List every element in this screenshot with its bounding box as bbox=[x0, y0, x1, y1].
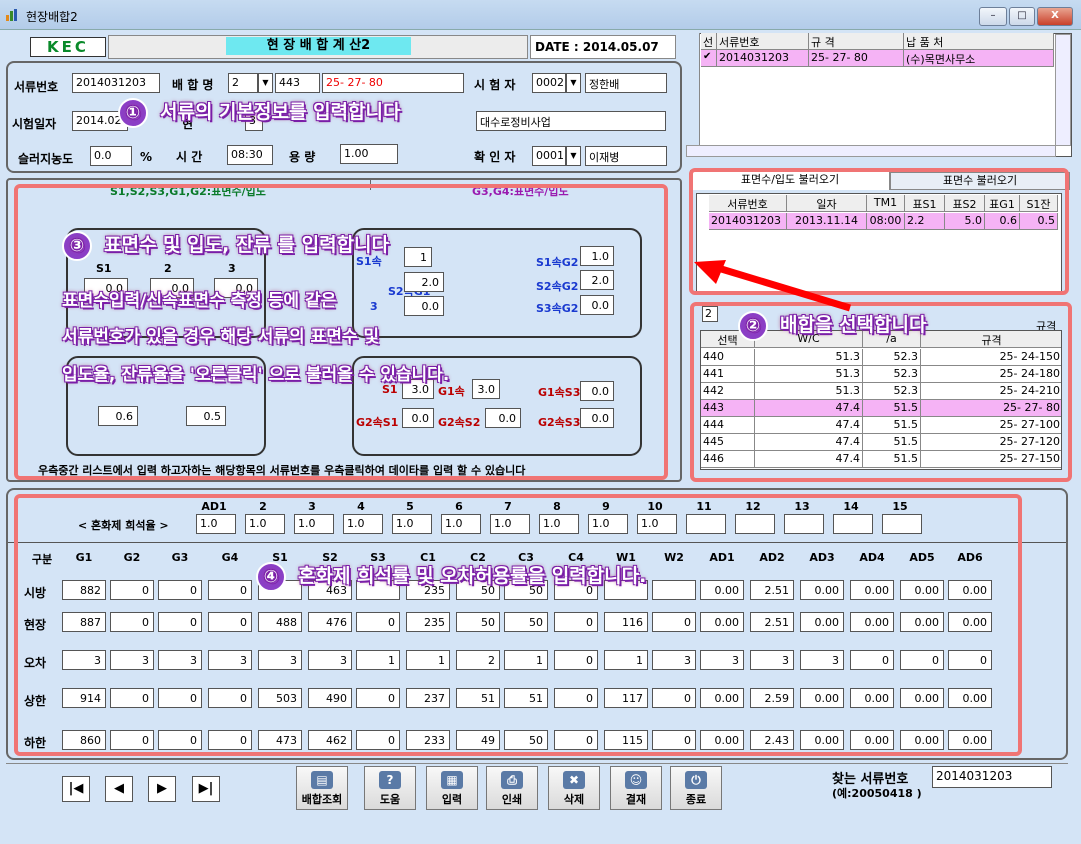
confirm-dropdown[interactable]: ▼ bbox=[566, 146, 581, 166]
row-dest[interactable]: (수)목면사무소 bbox=[904, 50, 1054, 67]
toolbar-button-1[interactable]: ? 도움 bbox=[364, 766, 416, 810]
highlight-admixture bbox=[14, 494, 1022, 756]
toolbar-icon-0: ▤ bbox=[311, 771, 333, 789]
toolbar-button-0[interactable]: ▤ 배합조회 bbox=[296, 766, 348, 810]
toolbar-icon-4: ✖ bbox=[563, 771, 585, 789]
toolbar-button-2[interactable]: ▦ 입력 bbox=[426, 766, 478, 810]
maximize-button[interactable]: □ bbox=[1009, 7, 1035, 26]
percent-label: % bbox=[140, 150, 153, 164]
doc-no-label: 서류번호 bbox=[14, 80, 59, 94]
minimize-button[interactable]: – bbox=[979, 7, 1007, 26]
volume-field[interactable]: 1.00 bbox=[340, 144, 398, 164]
annotation-4: ④ 혼화제 희석률 및 오차허용률을 입력합니다. bbox=[256, 561, 646, 592]
vertical-scrollbar[interactable] bbox=[1055, 34, 1071, 146]
grid-header-select: 선 bbox=[701, 33, 717, 50]
mix-no-field[interactable]: 2 bbox=[228, 73, 258, 93]
next-record-button[interactable]: ▶ bbox=[148, 776, 176, 802]
toolbar-icon-3: ⎙ bbox=[501, 771, 523, 789]
prev-record-button[interactable]: ◀ bbox=[105, 776, 133, 802]
app-icon bbox=[6, 9, 20, 21]
search-example: (예:20050418 ) bbox=[832, 787, 922, 800]
toolbar-label-4: 삭제 bbox=[563, 793, 585, 806]
toolbar-icon-1: ? bbox=[379, 771, 401, 789]
row-docno[interactable]: 2014031203 bbox=[717, 50, 809, 67]
title-bar: 현장배합2 – □ X bbox=[0, 0, 1081, 30]
arrow-annotation bbox=[694, 260, 852, 312]
mix-no-dropdown[interactable]: ▼ bbox=[258, 73, 273, 93]
annotation-1: ① 서류의 기본정보를 입력합니다 bbox=[118, 97, 400, 128]
toolbar-label-6: 종료 bbox=[685, 793, 707, 806]
first-record-button[interactable]: |◀ bbox=[62, 776, 90, 802]
toolbar-button-4[interactable]: ✖ 삭제 bbox=[548, 766, 600, 810]
kec-logo: KEC bbox=[30, 37, 106, 57]
project-field[interactable]: 대수로정비사업 bbox=[476, 111, 666, 131]
slurry-field[interactable]: 0.0 bbox=[90, 146, 132, 166]
confirm-label: 확 인 자 bbox=[474, 150, 516, 164]
tester-dropdown[interactable]: ▼ bbox=[566, 73, 581, 93]
grid-header-spec: 규 격 bbox=[809, 33, 904, 50]
window-title: 현장배합2 bbox=[26, 10, 78, 24]
annotation-3b: 표면수입력/신속표면수 측정 등에 같은 bbox=[62, 291, 337, 311]
volume-label: 용 량 bbox=[289, 150, 316, 164]
tester-code-field[interactable]: 0002 bbox=[532, 73, 566, 93]
form-title: 현 장 배 합 계 산2 bbox=[226, 37, 411, 55]
row-checkbox[interactable]: ✔ bbox=[701, 50, 717, 67]
annotation-3d: 입도율, 잔류율을 '오른클릭' 으로 불러올 수 있습니다. bbox=[62, 365, 450, 385]
toolbar-button-5[interactable]: ☺ 결재 bbox=[610, 766, 662, 810]
annotation-3c: 서류번호가 있을 경우 해당 서류의 표면수 및 bbox=[62, 327, 380, 347]
confirm-name-field[interactable]: 이재병 bbox=[585, 146, 667, 166]
tester-label: 시 험 자 bbox=[474, 78, 516, 92]
toolbar-label-5: 결재 bbox=[625, 793, 647, 806]
toolbar-label-2: 입력 bbox=[441, 793, 463, 806]
mix-code-field[interactable]: 443 bbox=[275, 73, 320, 93]
grid-header-dest: 납 품 처 bbox=[904, 33, 1054, 50]
annotation-3: ③ 표면수 및 입도, 잔류 를 입력합니다 bbox=[62, 230, 389, 261]
spec-field[interactable]: 25- 27- 80 bbox=[322, 73, 464, 93]
grid-header-docno: 서류번호 bbox=[717, 33, 809, 50]
toolbar-label-1: 도움 bbox=[379, 793, 401, 806]
horizontal-scrollbar[interactable] bbox=[686, 145, 1056, 157]
toolbar-icon-5: ☺ bbox=[625, 771, 647, 789]
mix-name-label: 배 합 명 bbox=[172, 78, 214, 92]
close-button[interactable]: X bbox=[1037, 7, 1073, 26]
toolbar-icon-6: ⏻ bbox=[685, 771, 707, 789]
toolbar-icon-2: ▦ bbox=[441, 771, 463, 789]
toolbar-label-0: 배합조회 bbox=[301, 793, 343, 806]
slurry-label: 슬러지농도 bbox=[18, 152, 74, 166]
row-selector-column bbox=[684, 33, 700, 157]
toolbar-button-3[interactable]: ⎙ 인쇄 bbox=[486, 766, 538, 810]
doc-no-field[interactable]: 2014031203 bbox=[72, 73, 160, 93]
search-input[interactable]: 2014031203 bbox=[932, 766, 1052, 788]
row-spec[interactable]: 25- 27- 80 bbox=[809, 50, 904, 67]
confirm-code-field[interactable]: 0001 bbox=[532, 146, 566, 166]
time-field[interactable]: 08:30 bbox=[227, 145, 273, 165]
toolbar-button-6[interactable]: ⏻ 종료 bbox=[670, 766, 722, 810]
tester-name-field[interactable]: 정한배 bbox=[585, 73, 667, 93]
test-date-label: 시험일자 bbox=[12, 117, 57, 131]
toolbar-label-3: 인쇄 bbox=[501, 793, 523, 806]
date-display: DATE : 2014.05.07 bbox=[530, 35, 676, 59]
last-record-button[interactable]: ▶| bbox=[192, 776, 220, 802]
time-label: 시 간 bbox=[176, 150, 203, 164]
